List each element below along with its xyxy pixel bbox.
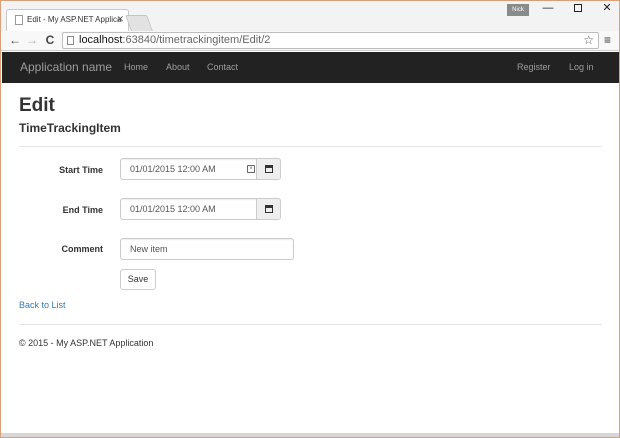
- end-time-input[interactable]: 01/01/2015 12:00 AM: [130, 204, 216, 214]
- page-icon: [15, 15, 23, 25]
- nav-register-link[interactable]: Register: [517, 62, 551, 72]
- start-time-picker[interactable]: 01/01/2015 12:00 AM ×: [120, 158, 281, 180]
- nav-about-link[interactable]: About: [166, 62, 190, 72]
- comment-label: Comment: [61, 244, 103, 254]
- forward-icon[interactable]: →: [25, 33, 39, 47]
- address-bar[interactable]: localhost:63840/timetrackingitem/Edit/2 …: [62, 32, 599, 49]
- nav-contact-link[interactable]: Contact: [207, 62, 238, 72]
- page-info-icon[interactable]: [67, 36, 74, 45]
- window-close-icon[interactable]: ✕: [592, 1, 619, 17]
- divider: [19, 324, 602, 325]
- comment-input[interactable]: New item: [120, 238, 294, 260]
- maximize-icon[interactable]: [563, 1, 593, 17]
- footer-copyright: © 2015 - My ASP.NET Application: [19, 338, 154, 348]
- page-subtitle: TimeTrackingItem: [19, 121, 121, 135]
- url-host: localhost: [79, 34, 123, 46]
- tab-strip: Edit - My ASP.NET Applica ✕ Nick — ✕: [1, 1, 619, 31]
- close-tab-icon[interactable]: ✕: [116, 14, 124, 25]
- start-time-calendar-button[interactable]: [256, 159, 280, 179]
- reload-icon[interactable]: C: [43, 33, 57, 47]
- end-time-picker[interactable]: 01/01/2015 12:00 AM: [120, 198, 281, 220]
- tab-title: Edit - My ASP.NET Applica: [27, 15, 122, 24]
- url-path: :63840/timetrackingitem/Edit/2: [122, 34, 271, 46]
- site-navbar: Application name Home About Contact Regi…: [2, 52, 619, 83]
- page-title: Edit: [19, 95, 55, 116]
- window-bottom-edge: [1, 433, 619, 437]
- navbar-brand[interactable]: Application name: [20, 60, 112, 74]
- picker-clear-icon[interactable]: ×: [247, 165, 255, 173]
- profile-badge[interactable]: Nick: [507, 4, 529, 16]
- browser-menu-icon[interactable]: ≡: [604, 33, 611, 47]
- divider: [19, 146, 602, 147]
- browser-tab[interactable]: Edit - My ASP.NET Applica ✕: [6, 9, 129, 31]
- end-time-label: End Time: [62, 205, 103, 215]
- start-time-input[interactable]: 01/01/2015 12:00 AM: [130, 164, 216, 174]
- bookmark-star-icon[interactable]: ☆: [583, 33, 594, 48]
- calendar-icon: [265, 165, 273, 173]
- minimize-icon[interactable]: —: [533, 1, 563, 17]
- new-tab-button[interactable]: [125, 15, 153, 31]
- browser-toolbar: ← → C localhost:63840/timetrackingitem/E…: [1, 31, 619, 51]
- nav-home-link[interactable]: Home: [124, 62, 148, 72]
- nav-login-link[interactable]: Log in: [569, 62, 594, 72]
- back-icon[interactable]: ←: [8, 33, 22, 47]
- start-time-label: Start Time: [59, 165, 103, 175]
- browser-window: Edit - My ASP.NET Applica ✕ Nick — ✕ ← →…: [0, 0, 620, 438]
- end-time-calendar-button[interactable]: [256, 199, 280, 219]
- back-to-list-link[interactable]: Back to List: [19, 300, 66, 310]
- calendar-icon: [265, 205, 273, 213]
- save-button[interactable]: Save: [120, 269, 156, 290]
